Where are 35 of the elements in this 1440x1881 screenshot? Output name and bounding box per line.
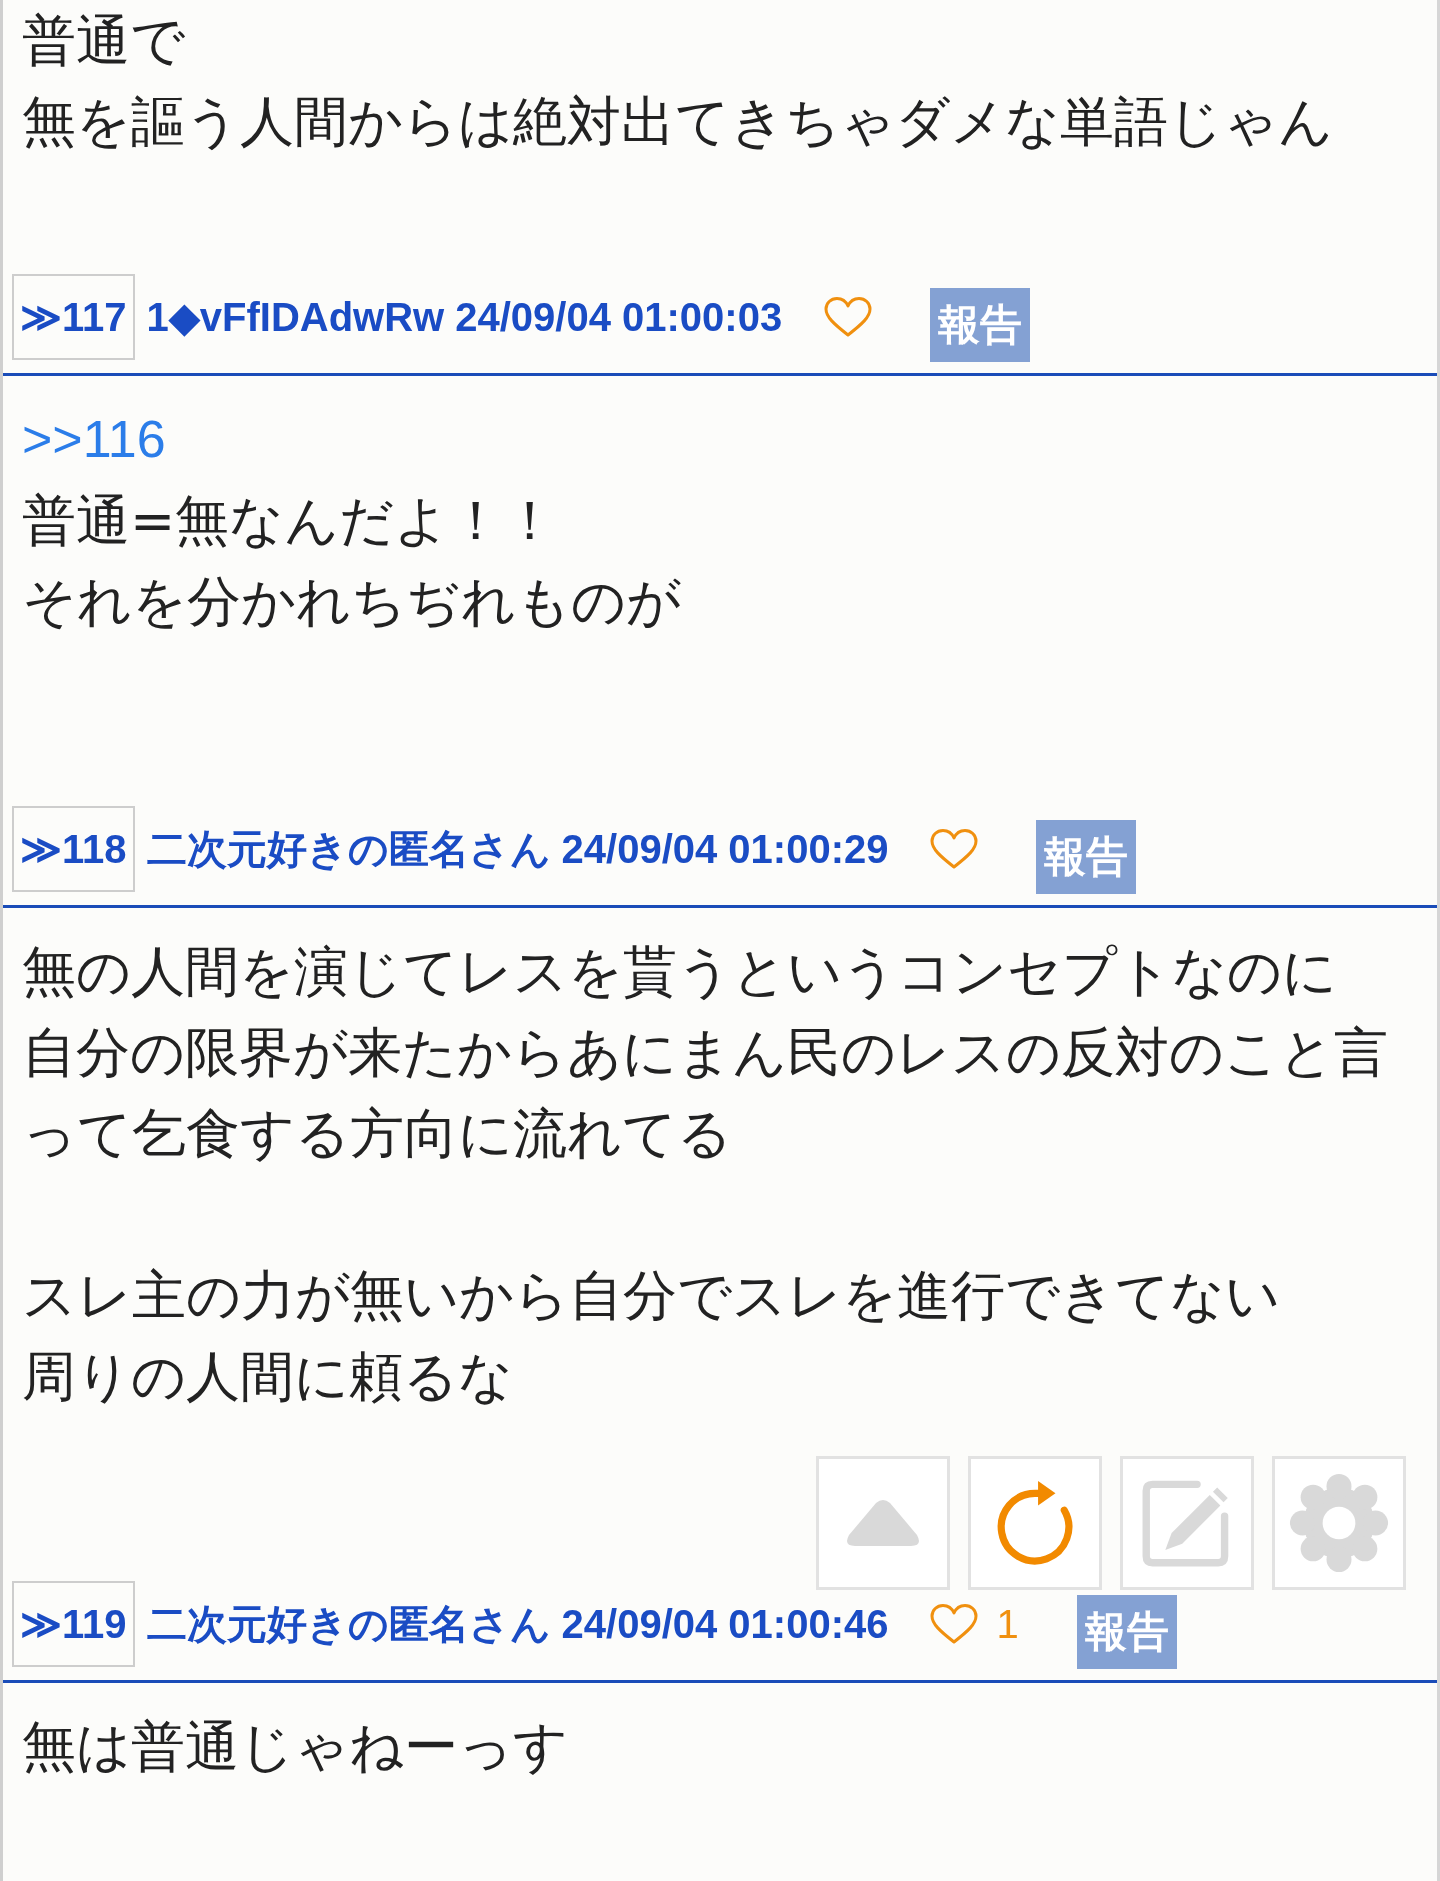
post-text: 無を謳う人間からは絶対出てきちゃダメな単語じゃん: [22, 89, 1333, 155]
post-datetime: 24/09/04 01:00:03: [455, 294, 783, 340]
like-button[interactable]: [930, 828, 979, 870]
post-text: 自分の限界が来たからあにまん民のレスの反対のこと言って乞食する方向に流れてる: [22, 1020, 1389, 1167]
heart-icon: [824, 296, 873, 338]
settings-icon: [1289, 1473, 1389, 1573]
post-number-button[interactable]: ≫117: [12, 274, 135, 360]
post-number-button[interactable]: ≫119: [12, 1581, 135, 1667]
up-triangle-icon: [845, 1498, 921, 1548]
report-button[interactable]: 報告: [930, 288, 1031, 362]
post-text: スレ主の力が無いから自分でスレを進行できてない: [22, 1263, 1280, 1329]
author-name: 二次元好きの匿名さん: [146, 1600, 551, 1648]
settings-button[interactable]: [1272, 1456, 1406, 1590]
post-text: それを分かれちぢれものが: [22, 569, 681, 635]
post-text: 無は普通じゃねーっす: [22, 1714, 568, 1780]
reload-button[interactable]: [968, 1456, 1102, 1590]
post-datetime: 24/09/04 01:00:29: [561, 826, 889, 872]
heart-icon: [930, 1603, 979, 1645]
reply-link[interactable]: >>116: [22, 399, 166, 480]
author-name: 二次元好きの匿名さん: [146, 825, 551, 873]
like-button[interactable]: [824, 296, 873, 338]
write-button[interactable]: [1120, 1456, 1254, 1590]
post-text: 普通=無なんだよ！！: [22, 488, 558, 554]
post-text: 無の人間を演じてレスを貰うというコンセプトなのに: [22, 939, 1337, 1005]
report-button[interactable]: 報告: [1076, 1595, 1177, 1669]
scroll-top-button[interactable]: [816, 1456, 950, 1590]
post-datetime: 24/09/04 01:00:46: [561, 1601, 889, 1647]
heart-icon: [930, 828, 979, 870]
post-text: 周りの人間に頼るな: [22, 1344, 513, 1410]
post-text: 普通で: [22, 8, 185, 74]
like-button[interactable]: 1: [930, 1601, 1019, 1647]
report-button[interactable]: 報告: [1036, 820, 1137, 894]
author-name: 1◆vFfIDAdwRw: [146, 294, 445, 340]
refresh-icon: [997, 1480, 1073, 1566]
post-number-button[interactable]: ≫118: [12, 806, 135, 892]
